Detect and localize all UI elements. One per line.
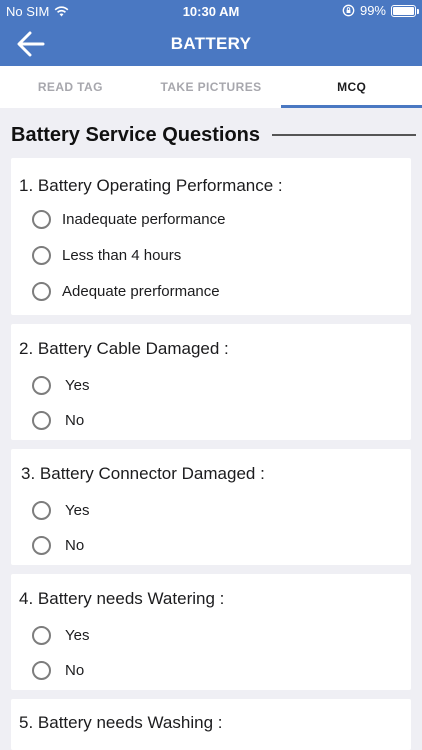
section-title: Battery Service Questions bbox=[11, 123, 260, 146]
radio-button[interactable] bbox=[32, 500, 51, 520]
radio-button[interactable] bbox=[32, 375, 51, 395]
option-label: Yes bbox=[65, 626, 90, 644]
option-label: Yes bbox=[65, 501, 90, 519]
question-label: 1. Battery Operating Performance : bbox=[19, 176, 283, 195]
option-no[interactable]: No bbox=[32, 408, 84, 432]
tab-read-tag[interactable]: READ TAG bbox=[0, 66, 141, 108]
nav-bar: BATTERY bbox=[0, 22, 422, 66]
question-label: 5. Battery needs Washing : bbox=[19, 713, 223, 732]
question-card-5: 5. Battery needs Washing : bbox=[11, 699, 411, 750]
option-yes[interactable]: Yes bbox=[32, 498, 89, 522]
option-label: Inadequate performance bbox=[62, 210, 226, 228]
option-label: No bbox=[65, 411, 85, 429]
question-card-2: 2. Battery Cable Damaged : Yes No bbox=[11, 324, 411, 440]
tab-take-pictures[interactable]: TAKE PICTURES bbox=[141, 66, 282, 108]
radio-button[interactable] bbox=[32, 625, 51, 645]
radio-button[interactable] bbox=[32, 209, 51, 229]
page-title: BATTERY bbox=[170, 34, 252, 53]
tab-mcq[interactable]: MCQ bbox=[281, 66, 422, 108]
question-card-4: 4. Battery needs Watering : Yes No bbox=[11, 574, 411, 690]
status-bar: No SIM 10:30 AM 99% bbox=[0, 0, 422, 22]
radio-button[interactable] bbox=[32, 245, 51, 265]
option-label: No bbox=[65, 536, 85, 554]
option-label: Adequate prerformance bbox=[62, 282, 220, 300]
option-less-than-4-hours[interactable]: Less than 4 hours bbox=[32, 243, 181, 267]
question-label: 4. Battery needs Watering : bbox=[19, 589, 225, 608]
battery-icon bbox=[391, 4, 419, 17]
option-label: Less than 4 hours bbox=[62, 246, 182, 264]
battery-percent: 99% bbox=[359, 3, 386, 18]
question-label: 3. Battery Connector Damaged : bbox=[21, 464, 265, 483]
section-divider bbox=[272, 134, 416, 136]
section-header: Battery Service Questions bbox=[11, 121, 416, 149]
radio-button[interactable] bbox=[32, 660, 51, 680]
option-no[interactable]: No bbox=[32, 533, 84, 557]
question-card-1: 1. Battery Operating Performance : Inade… bbox=[11, 158, 411, 315]
tab-bar: READ TAG TAKE PICTURES MCQ bbox=[0, 66, 422, 108]
question-card-3: 3. Battery Connector Damaged : Yes No bbox=[11, 449, 411, 565]
option-inadequate-performance[interactable]: Inadequate performance bbox=[32, 207, 225, 231]
radio-button[interactable] bbox=[32, 281, 51, 301]
option-label: Yes bbox=[65, 376, 90, 394]
option-yes[interactable]: Yes bbox=[32, 623, 89, 647]
question-label: 2. Battery Cable Damaged : bbox=[19, 339, 229, 358]
rotation-lock-icon bbox=[342, 4, 355, 17]
option-yes[interactable]: Yes bbox=[32, 373, 89, 397]
radio-button[interactable] bbox=[32, 535, 51, 555]
option-adequate-performance[interactable]: Adequate prerformance bbox=[32, 279, 220, 303]
option-no[interactable]: No bbox=[32, 658, 84, 682]
radio-button[interactable] bbox=[32, 410, 51, 430]
option-label: No bbox=[65, 661, 85, 679]
